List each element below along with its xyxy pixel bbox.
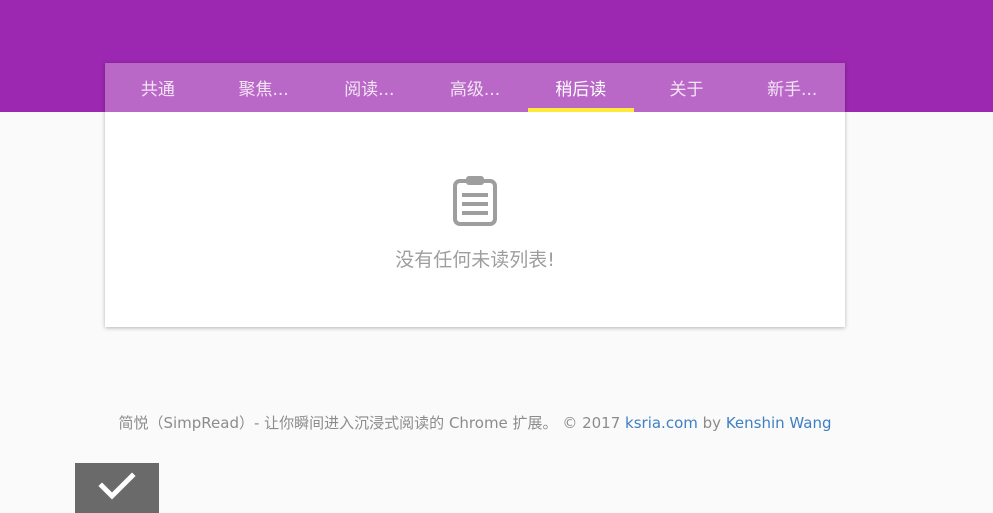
tab-common[interactable]: 共通 bbox=[105, 63, 211, 112]
tab-focus[interactable]: 聚焦... bbox=[211, 63, 317, 112]
footer-by: by bbox=[697, 414, 726, 432]
tab-bar: 共通 聚焦... 阅读... 高级... 稍后读 关于 新手... bbox=[105, 63, 845, 112]
author-link[interactable]: Kenshin Wang bbox=[726, 414, 832, 432]
tab-beginner[interactable]: 新手... bbox=[739, 63, 845, 112]
footer-text: 简悦（SimpRead）- 让你瞬间进入沉浸式阅读的 Chrome 扩展。 © … bbox=[118, 414, 626, 432]
tab-read-later[interactable]: 稍后读 bbox=[527, 63, 634, 112]
options-card: 共通 聚焦... 阅读... 高级... 稍后读 关于 新手... 没有任何未读… bbox=[105, 63, 845, 327]
tab-read[interactable]: 阅读... bbox=[316, 63, 422, 112]
check-icon bbox=[98, 472, 136, 500]
tab-about[interactable]: 关于 bbox=[634, 63, 740, 112]
empty-message: 没有任何未读列表! bbox=[395, 249, 555, 271]
save-button[interactable] bbox=[75, 463, 159, 513]
ksria-link[interactable]: ksria.com bbox=[625, 414, 698, 432]
clipboard-icon bbox=[453, 176, 497, 226]
footer: 简悦（SimpRead）- 让你瞬间进入沉浸式阅读的 Chrome 扩展。 © … bbox=[0, 412, 950, 433]
empty-state: 没有任何未读列表! bbox=[105, 175, 845, 272]
tab-advanced[interactable]: 高级... bbox=[422, 63, 528, 112]
